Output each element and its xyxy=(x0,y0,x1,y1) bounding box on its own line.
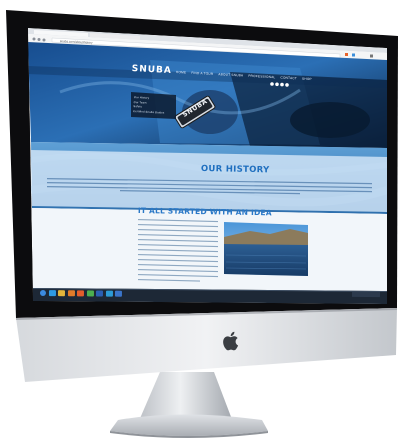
nav-item-find-a-tour[interactable]: FIND A TOUR xyxy=(191,71,213,76)
nav-item-about[interactable]: ABOUT SNUBA xyxy=(218,72,243,77)
hero-badge-text: SNUBA xyxy=(181,97,209,119)
nav-item-contact[interactable]: CONTACT xyxy=(280,75,297,80)
address-bar-url[interactable]: snuba.com/about/history xyxy=(60,39,93,45)
apple-logo-icon xyxy=(223,331,239,351)
imac-monitor: snuba.com/about/history SNUBA HOME FIND … xyxy=(0,0,400,441)
ie-icon[interactable] xyxy=(48,290,56,297)
nav-item-home[interactable]: HOME xyxy=(176,70,187,75)
folder-icon[interactable] xyxy=(57,290,65,297)
word-icon[interactable] xyxy=(95,290,103,297)
hero-menu-list: Our History Our Team Safety Certified Sn… xyxy=(133,96,176,117)
site-logo[interactable]: SNUBA xyxy=(131,64,172,76)
idea-heading: IT ALL STARTED WITH AN IDEA xyxy=(137,206,272,218)
photoshop-icon[interactable] xyxy=(105,290,113,297)
start-icon[interactable] xyxy=(39,290,46,297)
media-icon[interactable] xyxy=(67,290,75,297)
nav-item-shop[interactable]: SHOP xyxy=(302,77,312,82)
hero-menu-item[interactable]: Certified Snuba Guides xyxy=(133,110,175,117)
system-tray[interactable] xyxy=(351,291,381,298)
firefox-icon[interactable] xyxy=(76,290,84,297)
history-heading: OUR HISTORY xyxy=(200,164,270,176)
chrome-icon[interactable] xyxy=(86,290,94,297)
outlook-icon[interactable] xyxy=(114,290,122,297)
site-nav: HOME FIND A TOUR ABOUT SNUBA PROFESSIONA… xyxy=(176,70,312,81)
taskbar-icons xyxy=(39,290,122,297)
nav-item-professional[interactable]: PROFESSIONAL xyxy=(248,74,275,79)
